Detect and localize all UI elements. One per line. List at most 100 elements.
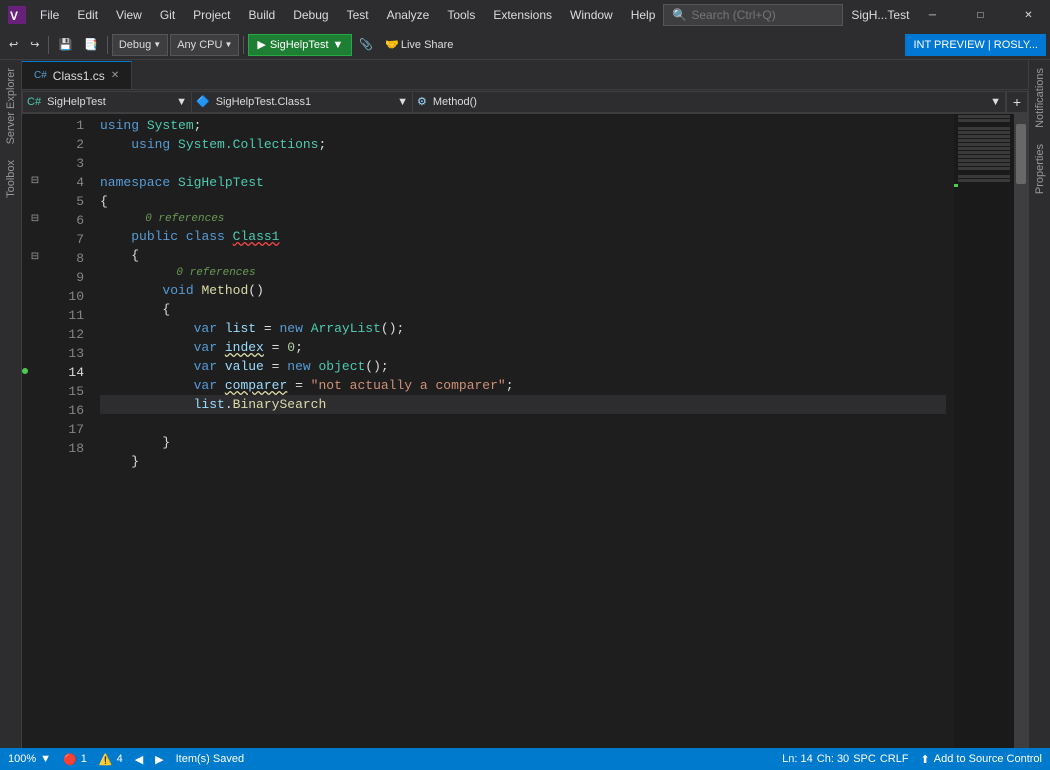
menu-debug[interactable]: Debug — [285, 4, 336, 26]
editor-tab-class1[interactable]: C# Class1.cs ✕ — [22, 61, 132, 89]
title-bar-controls: ─ □ ✕ — [909, 0, 1050, 30]
toolbar: ↩ ↪ 💾 📑 Debug ▼ Any CPU ▼ ▶ SigHelpTest … — [0, 30, 1050, 60]
menu-git[interactable]: Git — [152, 4, 183, 26]
scroll-thumb[interactable] — [1016, 124, 1026, 184]
tab-cs-icon: C# — [34, 70, 47, 81]
code-line-1[interactable]: using System; — [100, 116, 946, 135]
source-control-btn[interactable]: ⬆ Add to Source Control — [921, 753, 1042, 766]
code-line-7[interactable]: { — [100, 246, 946, 265]
project-dropdown-arrow: ▼ — [176, 96, 187, 108]
line-numbers: 123456789101112131415161718 — [42, 114, 92, 748]
method-dropdown[interactable]: ⚙ Method() ▼ — [412, 91, 1006, 113]
code-line-4[interactable]: namespace SigHelpTest — [100, 173, 946, 192]
menu-project[interactable]: Project — [185, 4, 238, 26]
menu-tools[interactable]: Tools — [439, 4, 483, 26]
scrollbar[interactable] — [1014, 114, 1028, 748]
sep2 — [107, 36, 108, 54]
notifications-tab[interactable]: Notifications — [1030, 60, 1050, 136]
status-text: Item(s) Saved — [176, 753, 244, 765]
code-editor: ⊟⊟⊟ 123456789101112131415161718 using Sy… — [22, 114, 1028, 748]
error-count[interactable]: 🔴 1 — [63, 753, 87, 766]
code-line-10[interactable]: var list = new ArrayList(); — [100, 319, 946, 338]
class-dropdown-arrow: ▼ — [397, 96, 408, 108]
code-line-2[interactable]: using System.Collections; — [100, 135, 946, 154]
menu-file[interactable]: File — [32, 4, 67, 26]
maximize-button[interactable]: □ — [957, 0, 1003, 30]
config-dropdown[interactable]: Debug ▼ — [112, 34, 168, 56]
code-line-8[interactable]: void Method() — [100, 281, 946, 300]
code-line-12[interactable]: var value = new object(); — [100, 357, 946, 376]
code-line-18[interactable] — [100, 471, 946, 490]
menu-edit[interactable]: Edit — [69, 4, 106, 26]
code-line-6[interactable]: public class Class1 — [100, 227, 946, 246]
eol-info: CRLF — [880, 753, 909, 765]
zoom-level[interactable]: 100% ▼ — [8, 753, 51, 765]
status-bar-right: Ln: 14 Ch: 30 SPC CRLF ⬆ Add to Source C… — [782, 753, 1042, 766]
search-box[interactable]: 🔍 — [663, 4, 843, 26]
save-all-btn[interactable]: 📑 — [79, 34, 103, 56]
project-dropdown[interactable]: C# SigHelpTest ▼ — [22, 91, 192, 113]
warning-icon: ⚠️ — [99, 753, 113, 766]
platform-arrow: ▼ — [224, 40, 232, 49]
method-icon: ⚙ — [417, 95, 427, 108]
run-dropdown-icon: ▼ — [333, 39, 344, 51]
menu-extensions[interactable]: Extensions — [485, 4, 560, 26]
nav-back-btn[interactable]: ◀ — [135, 753, 143, 766]
source-control-label: Add to Source Control — [934, 753, 1042, 765]
undo-btn[interactable]: ↩ — [4, 34, 23, 56]
code-line-3[interactable] — [100, 154, 946, 173]
search-input[interactable] — [691, 8, 821, 22]
server-explorer-tab[interactable]: Server Explorer — [1, 60, 21, 152]
error-icon: 🔴 — [63, 753, 77, 766]
code-content[interactable]: using System; using System.Collections; … — [92, 114, 954, 748]
code-line-13[interactable]: var comparer = "not actually a comparer"… — [100, 376, 946, 395]
nav-bar: C# SigHelpTest ▼ 🔷 SigHelpTest.Class1 ▼ … — [22, 90, 1028, 114]
menu-test[interactable]: Test — [339, 4, 377, 26]
code-line-16[interactable]: } — [100, 433, 946, 452]
int-preview-button[interactable]: INT PREVIEW | ROSLY... — [905, 34, 1046, 56]
code-line-5[interactable]: { — [100, 192, 946, 211]
toolbox-tab[interactable]: Toolbox — [1, 152, 21, 206]
tab-filename: Class1.cs — [53, 69, 105, 83]
method-name: Method() — [433, 96, 477, 108]
platform-dropdown[interactable]: Any CPU ▼ — [170, 34, 239, 56]
class-dropdown[interactable]: 🔷 SigHelpTest.Class1 ▼ — [192, 91, 412, 113]
right-sidebar: Notifications Properties — [1028, 60, 1050, 748]
left-sidebar: Server Explorer Toolbox — [0, 60, 22, 748]
project-name: SigHelpTest — [47, 96, 106, 108]
run-label: SigHelpTest — [270, 39, 329, 51]
code-line-11[interactable]: var index = 0; — [100, 338, 946, 357]
liveshare-btn[interactable]: 🤝 Live Share — [380, 34, 458, 56]
code-line-15[interactable] — [100, 414, 946, 433]
nav-add-btn[interactable]: + — [1006, 91, 1028, 113]
ln-info: Ln: 14 — [782, 753, 813, 765]
code-line-17[interactable]: } — [100, 452, 946, 471]
nav-forward-btn[interactable]: ▶ — [155, 753, 163, 766]
minimap[interactable] — [954, 114, 1014, 748]
method-dropdown-arrow: ▼ — [990, 96, 1001, 108]
warning-value: 4 — [117, 753, 123, 765]
properties-tab[interactable]: Properties — [1030, 136, 1050, 202]
title-bar: V File Edit View Git Project Build Debug… — [0, 0, 1050, 30]
run-button[interactable]: ▶ SigHelpTest ▼ — [248, 34, 352, 56]
menu-window[interactable]: Window — [562, 4, 621, 26]
close-button[interactable]: ✕ — [1005, 0, 1050, 30]
line-col-info: Ln: 14 Ch: 30 SPC CRLF — [782, 753, 908, 765]
tab-close-btn[interactable]: ✕ — [111, 70, 119, 81]
run-icon: ▶ — [257, 38, 265, 51]
warning-count[interactable]: ⚠️ 4 — [99, 753, 123, 766]
svg-text:V: V — [10, 9, 18, 23]
code-line-9[interactable]: { — [100, 300, 946, 319]
zoom-dropdown-icon: ▼ — [40, 753, 51, 765]
menu-analyze[interactable]: Analyze — [379, 4, 438, 26]
save-btn[interactable]: 💾 — [53, 34, 77, 56]
menu-view[interactable]: View — [108, 4, 150, 26]
liveshare-icon: 🤝 — [385, 38, 399, 51]
redo-btn[interactable]: ↪ — [25, 34, 44, 56]
minimize-button[interactable]: ─ — [909, 0, 955, 30]
config-label: Debug — [119, 39, 151, 51]
menu-build[interactable]: Build — [241, 4, 284, 26]
menu-help[interactable]: Help — [623, 4, 664, 26]
code-line-14[interactable]: list.BinarySearch — [100, 395, 946, 414]
attach-btn[interactable]: 📎 — [354, 34, 378, 56]
